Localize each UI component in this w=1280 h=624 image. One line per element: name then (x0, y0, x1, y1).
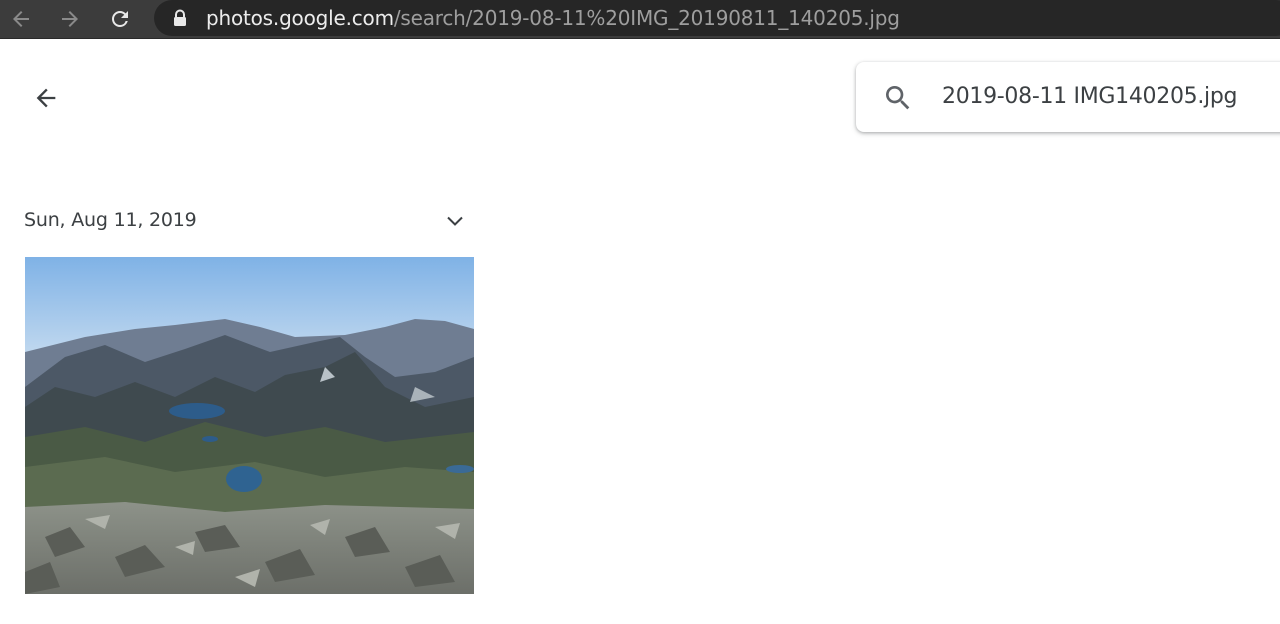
arrow-right-icon (62, 11, 78, 27)
address-bar[interactable]: photos.google.com/search/2019-08-11%20IM… (154, 0, 1280, 36)
back-button[interactable] (28, 80, 64, 116)
arrow-left-icon (36, 88, 56, 108)
search-box[interactable]: 2019-08-11 IMG140205.jpg (856, 62, 1280, 132)
browser-forward-button[interactable] (55, 4, 85, 34)
photo-thumbnail[interactable] (25, 257, 474, 594)
url-path: /search/2019-08-11%20IMG_20190811_140205… (393, 6, 900, 30)
browser-toolbar: photos.google.com/search/2019-08-11%20IM… (0, 0, 1280, 39)
expand-date-button[interactable] (440, 206, 470, 236)
search-input[interactable]: 2019-08-11 IMG140205.jpg (942, 83, 1237, 111)
chevron-down-icon (447, 216, 463, 226)
url-host: photos.google.com (206, 6, 394, 30)
reload-icon (112, 10, 128, 27)
browser-back-button[interactable] (6, 4, 36, 34)
address-url: photos.google.com/search/2019-08-11%20IM… (206, 6, 900, 30)
browser-reload-button[interactable] (105, 4, 135, 34)
date-heading: Sun, Aug 11, 2019 (24, 209, 197, 231)
search-icon[interactable] (882, 82, 914, 114)
arrow-left-icon (13, 11, 29, 27)
lock-icon (174, 9, 186, 26)
mountain-landscape-image (25, 257, 474, 594)
